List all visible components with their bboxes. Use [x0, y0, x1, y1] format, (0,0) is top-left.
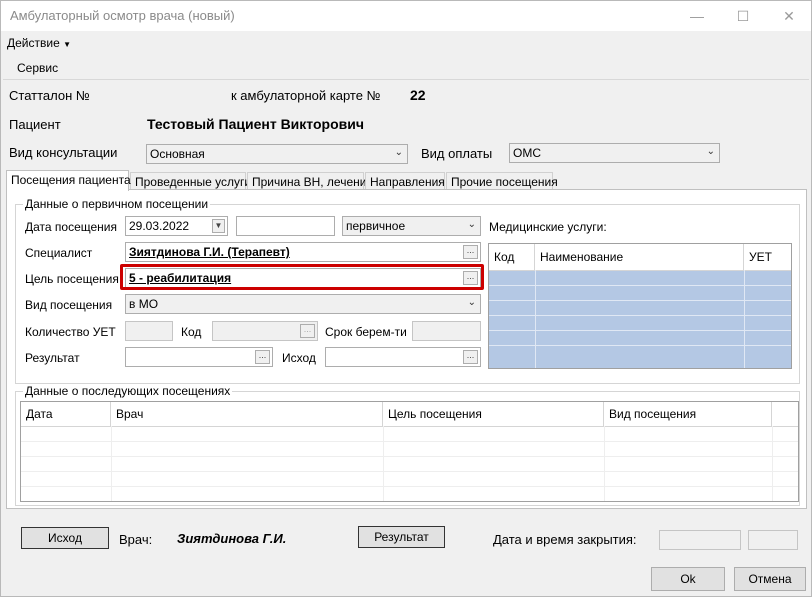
menu-service[interactable]: Сервис — [17, 61, 58, 75]
visit-date-label: Дата посещения — [25, 220, 117, 234]
uet-field[interactable] — [125, 321, 173, 341]
grid-line — [21, 486, 798, 487]
payment-select[interactable]: ОМС ⌄ — [509, 143, 720, 163]
uet-label: Количество УЕТ — [25, 325, 116, 339]
patient-label: Пациент — [9, 117, 61, 132]
next-visits-header: Дата Врач Цель посещения Вид посещения — [21, 402, 798, 427]
close-date-field[interactable] — [659, 530, 741, 550]
tab-referrals[interactable]: Направления — [365, 172, 445, 190]
visit-kind-value: в МО — [129, 297, 159, 311]
grid-line — [489, 315, 791, 316]
services-grid-header: Код Наименование УЕТ — [489, 244, 791, 271]
maximize-icon[interactable]: ☐ — [720, 1, 766, 31]
visit-date-field[interactable]: 29.03.2022 ▼ — [125, 216, 228, 236]
col-doctor[interactable]: Врач — [111, 402, 383, 426]
tab-visits[interactable]: Посещения пациента — [6, 170, 131, 191]
grid-line — [489, 345, 791, 346]
grid-line — [21, 471, 798, 472]
result-label: Результат — [25, 351, 80, 365]
card-label: к амбулаторной карте № — [231, 88, 381, 103]
chevron-down-icon: ⌄ — [467, 219, 476, 230]
close-icon[interactable]: ✕ — [766, 1, 812, 31]
card-number: 22 — [410, 87, 426, 103]
next-visits-grid[interactable]: Дата Врач Цель посещения Вид посещения — [20, 401, 799, 502]
chevron-down-icon: ⌄ — [706, 146, 715, 157]
grid-line — [21, 441, 798, 442]
ellipsis-icon[interactable]: ... — [463, 245, 478, 259]
result-button[interactable]: Результат — [358, 526, 445, 548]
doctor-label: Врач: — [119, 532, 153, 547]
outcome-button[interactable]: Исход — [21, 527, 109, 549]
consult-select[interactable]: Основная ⌄ — [146, 144, 408, 164]
code-field[interactable]: ... — [212, 321, 318, 341]
col-name[interactable]: Наименование — [535, 244, 744, 270]
services-grid[interactable]: Код Наименование УЕТ — [488, 243, 792, 369]
tab-services[interactable]: Проведенные услуги — [130, 172, 251, 190]
title-bar: Амбулаторный осмотр врача (новый) — ☐ ✕ — [1, 1, 811, 31]
ellipsis-icon[interactable]: ... — [255, 350, 270, 364]
purpose-label: Цель посещения — [25, 272, 119, 286]
grid-line — [383, 426, 384, 501]
stattalon-label: Статталон № — [9, 88, 90, 103]
calendar-dropdown-icon[interactable]: ▼ — [212, 219, 225, 233]
consult-label: Вид консультации — [9, 145, 118, 160]
next-visits-legend: Данные о последующих посещениях — [23, 384, 233, 398]
consult-value: Основная — [150, 147, 205, 161]
tab-reason[interactable]: Причина ВН, лечение — [247, 172, 373, 190]
visit-kind-select[interactable]: в МО ⌄ — [125, 294, 481, 314]
chevron-down-icon: ⌄ — [394, 147, 403, 158]
ellipsis-icon[interactable]: ... — [463, 350, 478, 364]
close-date-label: Дата и время закрытия: — [493, 532, 637, 547]
payment-label: Вид оплаты — [421, 146, 493, 161]
specialist-field[interactable]: Зиятдинова Г.И. (Терапевт) ... — [125, 242, 481, 262]
window-title: Амбулаторный осмотр врача (новый) — [10, 8, 235, 23]
primary-visit-legend: Данные о первичном посещении — [23, 197, 211, 211]
specialist-label: Специалист — [25, 246, 93, 260]
col-kind[interactable]: Вид посещения — [604, 402, 772, 426]
doctor-name: Зиятдинова Г.И. — [177, 531, 287, 546]
chevron-down-icon: ⌄ — [467, 297, 476, 308]
grid-line — [489, 285, 791, 286]
visit-time-field[interactable] — [236, 216, 335, 236]
code-label: Код — [181, 325, 202, 339]
col-date[interactable]: Дата — [21, 402, 111, 426]
minimize-icon[interactable]: — — [674, 1, 720, 31]
grid-line — [489, 300, 791, 301]
patient-name: Тестовый Пациент Викторович — [147, 116, 364, 132]
grid-line — [489, 330, 791, 331]
ok-button[interactable]: Ok — [651, 567, 725, 591]
specialist-value: Зиятдинова Г.И. (Терапевт) — [129, 245, 290, 259]
outcome-label: Исход — [282, 351, 316, 365]
payment-value: ОМС — [513, 146, 541, 160]
col-uet[interactable]: УЕТ — [744, 244, 791, 270]
pregnancy-term-field[interactable] — [412, 321, 481, 341]
ellipsis-icon[interactable]: ... — [300, 324, 315, 338]
chevron-down-icon: ▼ — [63, 40, 72, 49]
col-purpose[interactable]: Цель посещения — [383, 402, 604, 426]
grid-line — [111, 426, 112, 501]
tab-other-visits[interactable]: Прочие посещения — [446, 172, 558, 190]
pregnancy-term-label: Срок берем-ти — [325, 325, 407, 339]
visit-kind-label: Вид посещения — [25, 298, 113, 312]
tab-panel: Данные о первичном посещении Дата посеще… — [6, 189, 807, 509]
result-field[interactable]: ... — [125, 347, 273, 367]
grid-line — [21, 456, 798, 457]
grid-line — [772, 426, 773, 501]
grid-line — [604, 426, 605, 501]
visit-type-select[interactable]: первичное ⌄ — [342, 216, 481, 236]
visit-date-value: 29.03.2022 — [129, 219, 190, 233]
main-window: Амбулаторный осмотр врача (новый) — ☐ ✕ … — [0, 0, 812, 597]
highlight-box — [120, 264, 484, 290]
col-code[interactable]: Код — [489, 244, 535, 270]
menu-action[interactable]: Действие ▼ — [7, 36, 71, 50]
toolbar: Сервис — [3, 58, 809, 80]
close-time-field[interactable] — [748, 530, 798, 550]
services-label: Медицинские услуги: — [489, 220, 607, 234]
visit-type-value: первичное — [346, 219, 406, 233]
menu-bar: Действие ▼ — [1, 32, 811, 54]
outcome-field[interactable]: ... — [325, 347, 481, 367]
cancel-button[interactable]: Отмена — [734, 567, 806, 591]
